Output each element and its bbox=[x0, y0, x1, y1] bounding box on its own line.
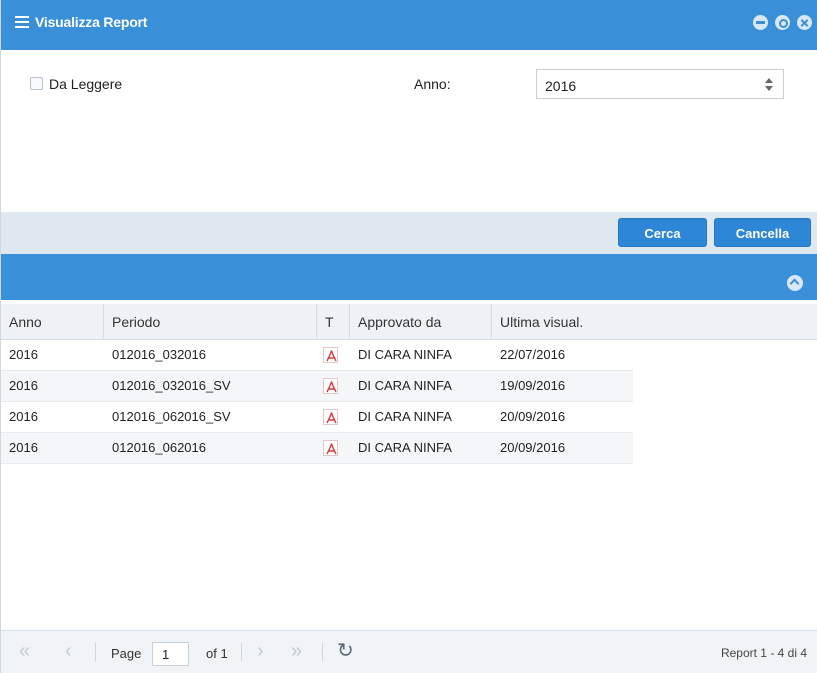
cell-ultima-visual: 20/09/2016 bbox=[500, 440, 566, 455]
page-number-input[interactable]: 1 bbox=[152, 642, 189, 666]
cell-ultima-visual: 19/09/2016 bbox=[500, 378, 566, 393]
page-count-label: of 1 bbox=[206, 646, 228, 661]
restore-icon[interactable] bbox=[775, 15, 790, 30]
cell-anno: 2016 bbox=[9, 440, 38, 455]
window-title: Visualizza Report bbox=[35, 14, 148, 30]
cancella-button[interactable]: Cancella bbox=[714, 218, 811, 247]
cell-approvato-da: DI CARA NINFA bbox=[358, 347, 452, 362]
page-label: Page bbox=[111, 646, 142, 661]
refresh-icon[interactable]: ↻ bbox=[337, 638, 354, 663]
prev-page-icon[interactable]: ‹ bbox=[65, 641, 72, 661]
cell-anno: 2016 bbox=[9, 378, 38, 393]
column-header-approvato-da[interactable]: Approvato da bbox=[350, 304, 492, 340]
anno-select-value: 2016 bbox=[545, 78, 577, 94]
title-bar[interactable]: Visualizza Report bbox=[1, 0, 817, 50]
select-arrows-icon bbox=[765, 76, 773, 92]
table-row[interactable]: 2016 012016_032016 DI CARA NINFA 22/07/2… bbox=[1, 340, 633, 371]
grid-column-headers: Anno Periodo T Approvato da Ultima visua… bbox=[1, 304, 817, 340]
pdf-icon[interactable] bbox=[323, 378, 338, 394]
column-header-anno[interactable]: Anno bbox=[1, 304, 104, 340]
cell-ultima-visual: 20/09/2016 bbox=[500, 409, 566, 424]
table-row[interactable]: 2016 012016_062016_SV DI CARA NINFA 20/0… bbox=[1, 402, 633, 433]
toolbar-separator bbox=[95, 643, 96, 661]
paging-display-message: Report 1 - 4 di 4 bbox=[720, 646, 807, 660]
close-icon[interactable] bbox=[797, 15, 812, 30]
paging-toolbar: « ‹ Page 1 of 1 › » ↻ Report 1 - 4 di 4 bbox=[1, 630, 817, 673]
cell-periodo: 012016_062016 bbox=[112, 440, 206, 455]
anno-select[interactable]: 2016 bbox=[536, 69, 784, 99]
da-leggere-checkbox[interactable] bbox=[30, 77, 43, 90]
cell-periodo: 012016_032016 bbox=[112, 347, 206, 362]
pdf-icon[interactable] bbox=[323, 409, 338, 425]
table-row[interactable]: 2016 012016_062016 DI CARA NINFA 20/09/2… bbox=[1, 433, 633, 464]
last-page-icon[interactable]: » bbox=[291, 641, 302, 661]
report-window: Visualizza Report Da Leggere Anno: 2016 … bbox=[0, 0, 817, 673]
cell-approvato-da: DI CARA NINFA bbox=[358, 378, 452, 393]
grid-panel-header bbox=[1, 254, 817, 300]
toolbar-separator bbox=[241, 643, 242, 661]
column-header-tipo[interactable]: T bbox=[317, 304, 350, 340]
column-header-ultima-visual[interactable]: Ultima visual. bbox=[492, 304, 817, 340]
first-page-icon[interactable]: « bbox=[19, 641, 30, 661]
pdf-icon[interactable] bbox=[323, 440, 338, 456]
cell-approvato-da: DI CARA NINFA bbox=[358, 409, 452, 424]
collapse-up-icon[interactable] bbox=[787, 275, 803, 291]
column-header-periodo[interactable]: Periodo bbox=[104, 304, 317, 340]
cell-anno: 2016 bbox=[9, 409, 38, 424]
cerca-button[interactable]: Cerca bbox=[618, 218, 707, 247]
menu-icon bbox=[15, 16, 29, 30]
da-leggere-label[interactable]: Da Leggere bbox=[49, 76, 122, 92]
cell-periodo: 012016_032016_SV bbox=[112, 378, 231, 393]
cell-periodo: 012016_062016_SV bbox=[112, 409, 231, 424]
cell-ultima-visual: 22/07/2016 bbox=[500, 347, 566, 362]
cell-approvato-da: DI CARA NINFA bbox=[358, 440, 452, 455]
table-row[interactable]: 2016 012016_032016_SV DI CARA NINFA 19/0… bbox=[1, 371, 633, 402]
toolbar-separator bbox=[322, 643, 323, 661]
cell-anno: 2016 bbox=[9, 347, 38, 362]
pdf-icon[interactable] bbox=[323, 347, 338, 363]
minimize-icon[interactable] bbox=[753, 15, 768, 30]
anno-label: Anno: bbox=[414, 76, 451, 92]
next-page-icon[interactable]: › bbox=[257, 641, 264, 661]
